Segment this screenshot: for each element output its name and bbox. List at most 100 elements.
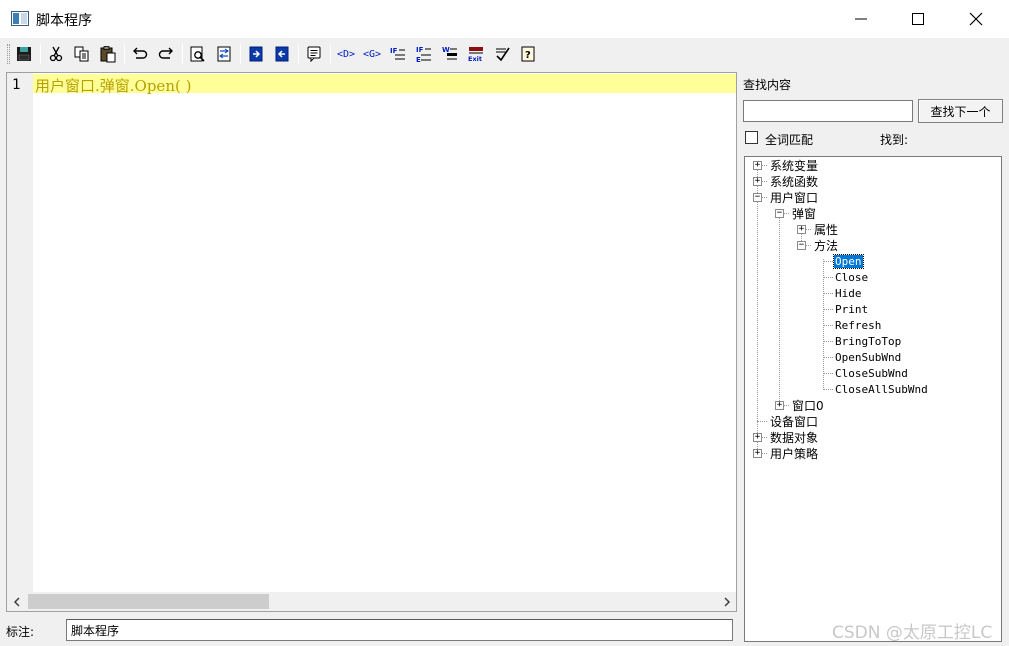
collapse-toggle[interactable]: − (775, 209, 784, 218)
comment-icon (307, 46, 321, 63)
toolbar-grip[interactable] (7, 44, 10, 64)
svg-text:Exit: Exit (468, 55, 482, 63)
svg-text:?: ? (525, 50, 531, 61)
expand-toggle[interactable]: + (753, 449, 762, 458)
maximize-button[interactable] (889, 0, 947, 38)
tree-item-method[interactable]: Hide (834, 285, 863, 301)
tree-item-method[interactable]: BringToTop (834, 333, 902, 349)
expand-toggle[interactable]: + (753, 433, 762, 442)
tree-item-method[interactable]: Close (834, 269, 869, 285)
annotation-label: 标注: (6, 625, 35, 639)
redo-icon (158, 47, 173, 59)
tree-item-user-windows[interactable]: 用户窗口 (769, 189, 819, 205)
tree-item-method[interactable]: Print (834, 301, 869, 317)
check-button[interactable] (491, 43, 513, 65)
comment-button[interactable] (303, 43, 325, 65)
insert-g-button[interactable]: <G> (360, 43, 384, 65)
while-button[interactable]: W (439, 43, 461, 65)
tree-item-system-funcs[interactable]: 系统函数 (769, 173, 819, 189)
save-button[interactable] (13, 43, 35, 65)
replace-button[interactable] (213, 43, 235, 65)
find-icon (190, 46, 205, 62)
save-icon (17, 47, 31, 61)
collapse-toggle[interactable]: − (797, 241, 806, 250)
whole-word-label: 全词匹配 (765, 133, 814, 147)
close-icon (969, 12, 983, 26)
horizontal-scrollbar[interactable] (7, 592, 736, 611)
search-label: 查找内容 (743, 78, 792, 92)
undo-button[interactable] (129, 43, 151, 65)
whole-word-checkbox[interactable] (745, 131, 758, 144)
tree-item-method[interactable]: CloseAllSubWnd (834, 381, 929, 397)
paste-icon (100, 46, 116, 63)
insert-d-button[interactable]: <D> (334, 43, 358, 65)
search-input[interactable] (743, 100, 913, 122)
scrollbar-thumb[interactable] (28, 594, 269, 609)
replace-icon (217, 46, 231, 62)
if-else-button[interactable]: IF E (413, 43, 435, 65)
svg-text:IF: IF (390, 47, 398, 55)
annotation-field[interactable]: 脚本程序 (66, 619, 733, 641)
tree-item-data-objects[interactable]: 数据对象 (769, 429, 819, 445)
undo-icon (133, 47, 148, 59)
paste-button[interactable] (97, 43, 119, 65)
svg-text:E: E (416, 56, 421, 63)
code-line[interactable]: 用户窗口.弹窗.Open( ) (35, 75, 191, 96)
cut-button[interactable] (45, 43, 67, 65)
help-icon: ? (521, 46, 535, 62)
exit-icon: Exit (468, 47, 483, 63)
svg-text:IF: IF (416, 46, 424, 54)
scroll-left-button[interactable] (7, 592, 26, 611)
scroll-right-button[interactable] (717, 592, 736, 611)
tree-item-window0[interactable]: 窗口0 (791, 397, 825, 413)
object-tree[interactable]: + + − − + − + + + 系统变量 系统函数 用户窗口 弹窗 属性 方… (744, 156, 1002, 642)
tree-item-methods[interactable]: 方法 (813, 237, 839, 253)
bookmark-next-button[interactable] (245, 43, 267, 65)
line-gutter (7, 73, 33, 593)
expand-toggle[interactable]: + (775, 401, 784, 410)
tree-item-device-windows[interactable]: 设备窗口 (769, 413, 819, 429)
minimize-icon (855, 18, 867, 20)
copy-button[interactable] (71, 43, 93, 65)
if-else-icon: IF E (416, 46, 431, 63)
tree-item-user-strategy[interactable]: 用户策略 (769, 445, 819, 461)
if-button[interactable]: IF (387, 43, 409, 65)
expand-toggle[interactable]: + (753, 177, 762, 186)
insert-g-icon: <G> (362, 48, 382, 60)
minimize-button[interactable] (832, 0, 890, 38)
window-title: 脚本程序 (36, 13, 92, 29)
close-button[interactable] (947, 0, 1005, 38)
tree-item-method[interactable]: Open (833, 253, 864, 269)
toolbar: <D> <G> IF IF E W Exit ? (0, 40, 1009, 68)
tree-item-popup[interactable]: 弹窗 (791, 205, 817, 221)
title-bar: 脚本程序 (0, 0, 1009, 38)
tree-item-properties[interactable]: 属性 (813, 221, 839, 237)
tree-item-method[interactable]: OpenSubWnd (834, 349, 902, 365)
exit-button[interactable]: Exit (465, 43, 487, 65)
copy-icon (74, 46, 89, 62)
tree-item-method[interactable]: CloseSubWnd (834, 365, 909, 381)
insert-d-icon: <D> (336, 48, 356, 60)
cut-icon (49, 46, 63, 62)
redo-button[interactable] (155, 43, 177, 65)
bookmark-prev-icon (275, 46, 289, 62)
found-label: 找到: (880, 133, 909, 147)
check-icon (496, 47, 510, 62)
chevron-right-icon (723, 596, 730, 607)
tree-item-system-vars[interactable]: 系统变量 (769, 157, 819, 173)
expand-toggle[interactable]: + (753, 161, 762, 170)
watermark: CSDN @太原工控LC (832, 623, 993, 643)
script-editor[interactable]: 1 用户窗口.弹窗.Open( ) (6, 72, 737, 612)
line-number: 1 (12, 77, 21, 93)
bookmark-prev-button[interactable] (271, 43, 293, 65)
find-next-button[interactable]: 查找下一个 (918, 99, 1003, 123)
expand-toggle[interactable]: + (797, 225, 806, 234)
help-button[interactable]: ? (517, 43, 539, 65)
collapse-toggle[interactable]: − (753, 193, 762, 202)
tree-item-method[interactable]: Refresh (834, 317, 882, 333)
if-icon: IF (390, 47, 405, 60)
find-button[interactable] (187, 43, 209, 65)
app-icon (11, 11, 29, 26)
maximize-icon (912, 13, 924, 25)
chevron-left-icon (13, 596, 20, 607)
